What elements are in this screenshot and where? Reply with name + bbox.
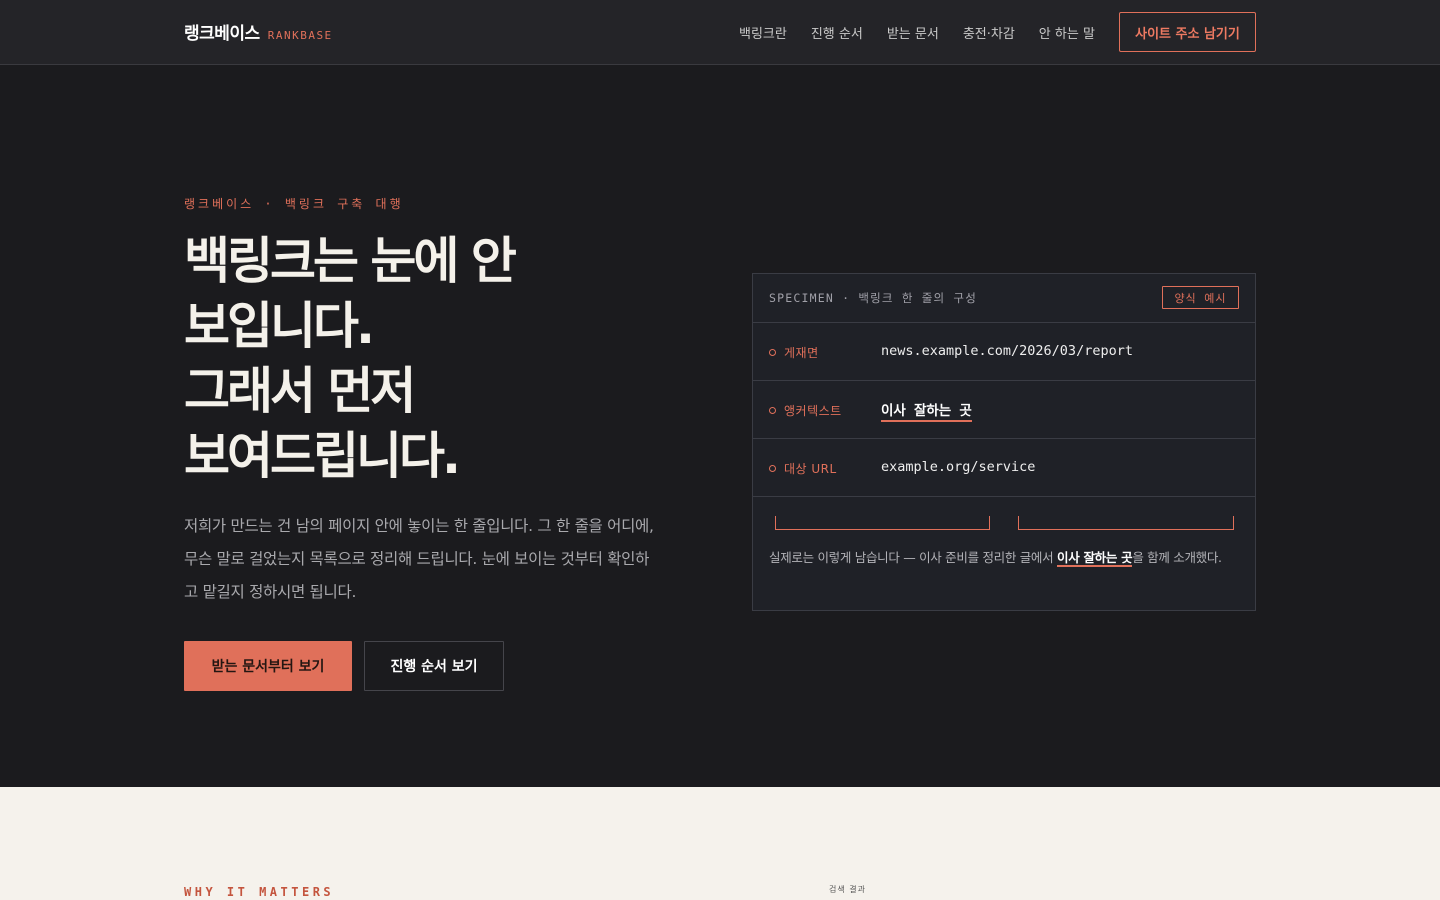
nav-item-what-we-dont-say[interactable]: 안 하는 말	[1039, 23, 1095, 42]
hero-description: 저희가 만드는 건 남의 페이지 안에 놓이는 한 줄입니다. 그 한 줄을 어…	[184, 517, 654, 601]
specimen-card: SPECIMEN · 백링크 한 줄의 구성 양식 예시 게재면 news.ex…	[752, 273, 1256, 611]
brand-name-korean: 랭크베이스	[184, 24, 260, 44]
link-icon	[769, 465, 776, 472]
view-deliverables-button[interactable]: 받는 문서부터 보기	[184, 641, 352, 691]
format-example-badge: 양식 예시	[1162, 286, 1239, 309]
hero-eyebrow: 랭크베이스 · 백링크 구축 대행	[184, 197, 404, 211]
view-process-button[interactable]: 진행 순서 보기	[364, 641, 504, 691]
main-nav: 백링크란 진행 순서 받는 문서 충전·차감 안 하는 말	[739, 23, 1119, 42]
bracket-right-decoration	[1018, 516, 1234, 530]
specimen-row-target-url: 대상 URL example.org/service	[753, 439, 1255, 497]
brand-logo[interactable]: 랭크베이스 RANKBASE	[184, 19, 333, 44]
example-text-after: 을 함께 소개했다.	[1132, 550, 1222, 565]
nav-item-billing[interactable]: 충전·차감	[963, 23, 1015, 42]
leave-site-address-button[interactable]: 사이트 주소 남기기	[1119, 12, 1256, 52]
brand-name-english: RANKBASE	[267, 29, 333, 42]
row-label-target-url: 대상 URL	[784, 462, 837, 476]
top-navigation-bar: 랭크베이스 RANKBASE 백링크란 진행 순서 받는 문서 충전·차감 안 …	[0, 0, 1440, 65]
headline-line-4: 보여드립니다.	[184, 427, 461, 485]
hero-headline: 백링크는 눈에 안 보입니다. 그래서 먼저 보여드립니다.	[184, 229, 604, 489]
row-label-placement: 게재면	[784, 346, 819, 360]
specimen-example: 실제로는 이렇게 남습니다 — 이사 준비를 정리한 글에서 이사 잘하는 곳을…	[753, 497, 1255, 612]
row-value-placement: news.example.com/2026/03/report	[881, 343, 1133, 359]
nav-item-deliverables[interactable]: 받는 문서	[887, 23, 939, 42]
specimen-title: SPECIMEN · 백링크 한 줄의 구성	[769, 291, 977, 305]
row-label-anchor-text: 앵커텍스트	[784, 404, 842, 418]
headline-line-2: 보입니다.	[184, 297, 375, 355]
example-anchor-highlight: 이사 잘하는 곳	[1057, 550, 1133, 567]
headline-line-3: 그래서 먼저	[184, 362, 416, 420]
bracket-left-decoration	[775, 516, 990, 530]
nav-item-process[interactable]: 진행 순서	[811, 23, 863, 42]
specimen-card-header: SPECIMEN · 백링크 한 줄의 구성 양식 예시	[753, 274, 1255, 323]
hero-section: 랭크베이스 · 백링크 구축 대행 백링크는 눈에 안 보입니다. 그래서 먼저…	[0, 65, 1440, 787]
search-results-label: 검색 결과	[829, 885, 866, 894]
row-value-anchor-text: 이사 잘하는 곳	[881, 399, 972, 422]
nav-item-what-is-backlink[interactable]: 백링크란	[739, 23, 787, 42]
headline-line-1: 백링크는 눈에 안	[184, 232, 517, 290]
specimen-row-anchor-text: 앵커텍스트 이사 잘하는 곳	[753, 381, 1255, 439]
specimen-example-sentence: 실제로는 이렇게 남습니다 — 이사 준비를 정리한 글에서 이사 잘하는 곳을…	[769, 545, 1239, 571]
why-it-matters-eyebrow: WHY IT MATTERS	[184, 885, 335, 899]
link-icon	[769, 407, 776, 414]
example-text-before: 실제로는 이렇게 남습니다 — 이사 준비를 정리한 글에서	[769, 550, 1057, 565]
link-icon	[769, 349, 776, 356]
specimen-row-placement: 게재면 news.example.com/2026/03/report	[753, 323, 1255, 381]
why-it-matters-section: WHY IT MATTERS 검색 결과	[0, 787, 1440, 900]
row-value-target-url: example.org/service	[881, 459, 1036, 475]
